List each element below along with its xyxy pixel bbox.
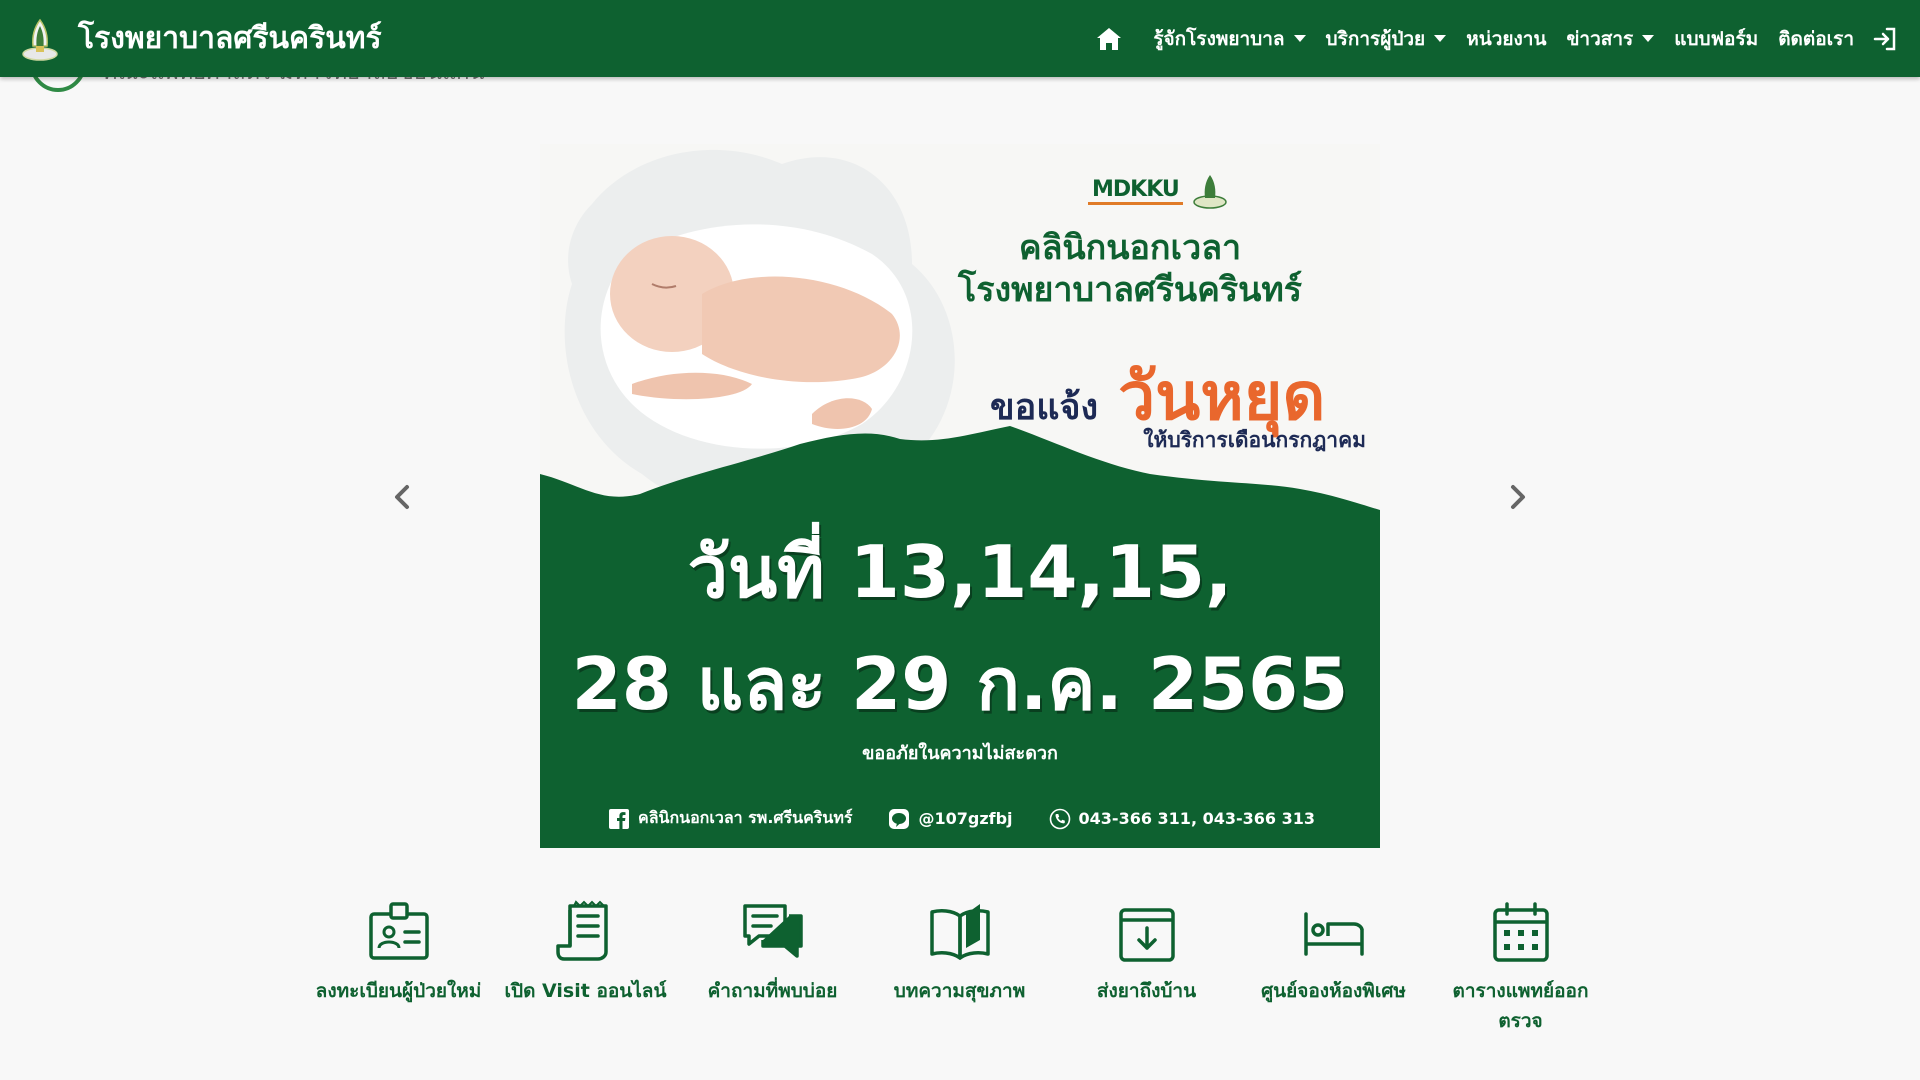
carousel-next-icon[interactable]: [1504, 480, 1532, 514]
quick-link-special-room[interactable]: ศูนย์จองห้องพิเศษ: [1240, 900, 1427, 1036]
line-contact: @107gzfbj: [888, 808, 1013, 830]
quick-link-doctor-schedule[interactable]: ตารางแพทย์ออกตรวจ: [1427, 900, 1614, 1036]
nav-contact[interactable]: ติดต่อเรา: [1778, 24, 1854, 54]
brand[interactable]: โรงพยาบาลศรีนครินทร์: [20, 15, 382, 62]
quick-link-medicine-delivery-label: ส่งยาถึงบ้าน: [1096, 980, 1197, 1002]
calendar-icon: [1492, 902, 1549, 962]
carousel-prev-icon[interactable]: [388, 480, 416, 514]
quick-link-register[interactable]: ลงทะเบียนผู้ป่วยใหม่: [305, 900, 492, 1036]
nav-news-label: ข่าวสาร: [1566, 27, 1634, 50]
delivery-box-icon: [1118, 908, 1175, 962]
carousel-banner[interactable]: MDKKU คลินิกนอกเวลา โรงพยาบาลศรีนครินทร์…: [540, 144, 1380, 848]
book-icon: [929, 904, 990, 960]
nav-departments-label: หน่วยงาน: [1466, 27, 1547, 50]
login-icon[interactable]: [1872, 26, 1898, 52]
banner-contact-footer: คลินิกนอกเวลา รพ.ศรีนครินทร์ @107gzfbj 0…: [608, 806, 1351, 831]
bed-icon: [1303, 912, 1364, 956]
phone-icon: [1049, 808, 1070, 829]
brand-title: โรงพยาบาลศรีนครินทร์: [78, 21, 382, 56]
quick-link-online-visit-label: เปิด Visit ออนไลน์: [504, 980, 667, 1002]
chat-icon: [742, 904, 803, 958]
nav-contact-label: ติดต่อเรา: [1778, 27, 1854, 50]
id-card-icon: [368, 902, 429, 960]
nav-patient-services[interactable]: บริการผู้ป่วย: [1326, 24, 1447, 54]
university-seal-icon: [1192, 175, 1227, 209]
chevron-down-icon: [1434, 35, 1447, 42]
nav-departments[interactable]: หน่วยงาน: [1466, 24, 1546, 54]
quick-link-faq-label: คำถามที่พบบ่อย: [707, 980, 838, 1002]
line-contact-text: @107gzfbj: [918, 809, 1013, 828]
nav-about[interactable]: รู้จักโรงพยาบาล: [1153, 24, 1306, 54]
receipt-icon: [555, 900, 608, 961]
banner-dates-line2: 28 และ 29 ก.ค. 2565: [571, 642, 1349, 726]
quick-link-register-label: ลงทะเบียนผู้ป่วยใหม่: [315, 980, 482, 1002]
nav-patient-services-label: บริการผู้ป่วย: [1325, 27, 1426, 50]
mdkku-logo-text: MDKKU: [1088, 177, 1183, 205]
home-icon[interactable]: [1095, 25, 1123, 53]
chevron-down-icon: [1293, 35, 1306, 42]
quick-link-faq[interactable]: คำถามที่พบบ่อย: [679, 900, 866, 1036]
facebook-contact: คลินิกนอกเวลา รพ.ศรีนครินทร์: [608, 806, 852, 831]
quick-link-health-articles[interactable]: บทความสุขภาพ: [866, 900, 1053, 1036]
quick-links: ลงทะเบียนผู้ป่วยใหม่ เปิด Visit ออนไลน์ …: [305, 900, 1615, 1036]
quick-link-special-room-label: ศูนย์จองห้องพิเศษ: [1261, 980, 1406, 1002]
nav-forms-label: แบบฟอร์ม: [1674, 27, 1759, 50]
facebook-icon: [609, 808, 629, 829]
top-navbar: โรงพยาบาลศรีนครินทร์ รู้จักโรงพยาบาล บริ…: [0, 0, 1920, 77]
main-nav: รู้จักโรงพยาบาล บริการผู้ป่วย หน่วยงาน ข…: [1095, 24, 1898, 54]
line-app-icon: [889, 808, 910, 829]
nav-about-label: รู้จักโรงพยาบาล: [1153, 27, 1285, 50]
quick-link-online-visit[interactable]: เปิด Visit ออนไลน์: [492, 900, 679, 1036]
chevron-down-icon: [1642, 35, 1655, 42]
nav-forms[interactable]: แบบฟอร์ม: [1674, 24, 1758, 54]
mdkku-logo: MDKKU: [1088, 172, 1229, 210]
hospital-seal-icon: [22, 18, 58, 61]
banner-service-month: ให้บริการเดือนกรกฎาคม: [1143, 428, 1366, 452]
quick-link-medicine-delivery[interactable]: ส่งยาถึงบ้าน: [1053, 900, 1240, 1036]
phone-contact: 043-366 311, 043-366 313: [1049, 808, 1315, 830]
banner-title-line2: โรงพยาบาลศรีนครินทร์: [957, 270, 1303, 310]
phone-contact-text: 043-366 311, 043-366 313: [1078, 809, 1315, 828]
facebook-contact-text: คลินิกนอกเวลา รพ.ศรีนครินทร์: [638, 808, 853, 827]
banner-apology: ขออภัยในความไม่สะดวก: [862, 743, 1058, 764]
nav-news[interactable]: ข่าวสาร: [1566, 24, 1655, 54]
quick-link-doctor-schedule-label: ตารางแพทย์ออกตรวจ: [1452, 980, 1589, 1032]
banner-dates-line1: วันที่ 13,14,15,: [687, 530, 1233, 614]
quick-link-health-articles-label: บทความสุขภาพ: [893, 980, 1026, 1002]
